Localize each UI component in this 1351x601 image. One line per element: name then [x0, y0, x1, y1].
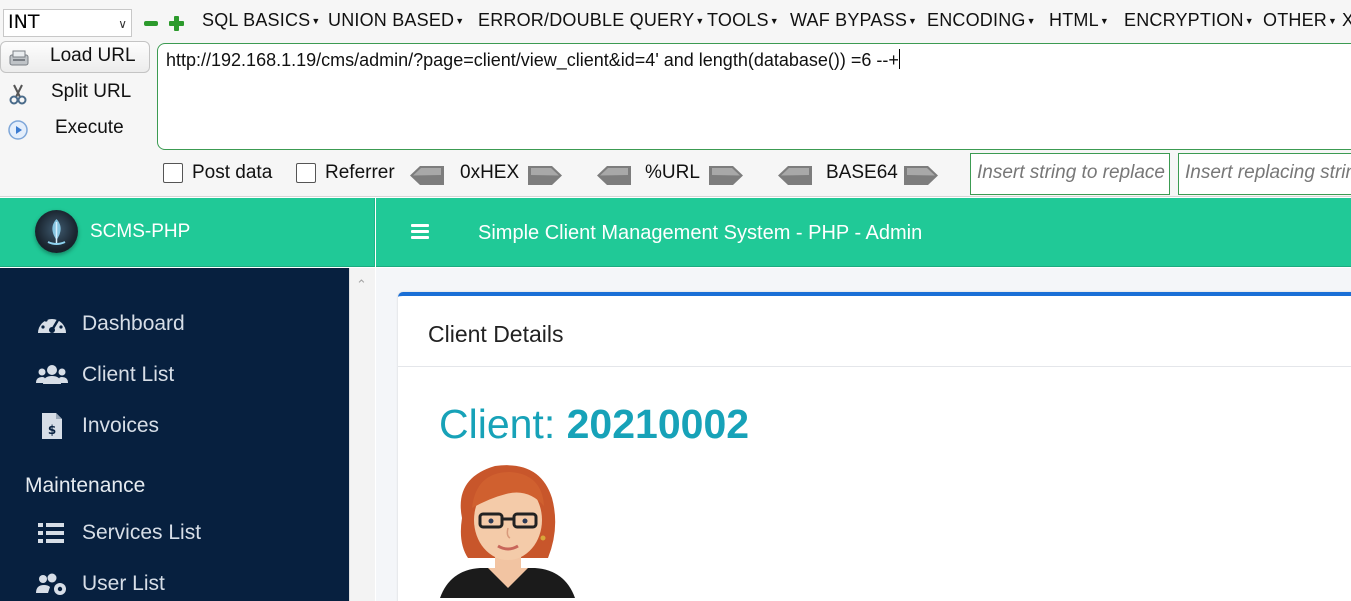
menu-encryption[interactable]: ENCRYPTION▼ [1124, 10, 1254, 31]
base64-encoder-group: BASE64 [778, 160, 943, 190]
url-text: http://192.168.1.19/cms/admin/?page=clie… [166, 50, 899, 70]
brand-logo [35, 210, 78, 253]
sidebar-item-client-list[interactable]: Client List [0, 353, 349, 397]
sidebar-item-services-list[interactable]: Services List [0, 511, 349, 555]
menu-waf-bypass[interactable]: WAF BYPASS▼ [790, 10, 917, 31]
menu-tools[interactable]: TOOLS▼ [707, 10, 779, 31]
hex-encode-arrow-icon[interactable] [528, 166, 562, 185]
sidebar-item-dashboard[interactable]: Dashboard [0, 302, 349, 346]
menu-encoding[interactable]: ENCODING▼ [927, 10, 1036, 31]
menu-overflow[interactable]: X [1342, 10, 1351, 31]
invoice-icon: $ [42, 413, 62, 439]
menu-error-double-query[interactable]: ERROR/DOUBLE QUERY▼ [478, 10, 704, 31]
post-data-option[interactable]: Post data [163, 160, 283, 190]
execute-button[interactable]: Execute [0, 114, 150, 146]
load-url-button[interactable]: Load URL [0, 41, 150, 73]
url-textarea[interactable]: http://192.168.1.19/cms/admin/?page=clie… [157, 43, 1351, 150]
injection-type-value: INT [8, 11, 40, 33]
url-encoder-group: %URL [597, 160, 747, 190]
url-encode-arrow-icon[interactable] [709, 166, 743, 185]
sidebar-item-user-list[interactable]: User List [0, 562, 349, 601]
hamburger-menu-icon[interactable] [411, 224, 429, 240]
top-navbar: Simple Client Management System - PHP - … [376, 198, 1351, 267]
hackbar-menubar: INT ∨ SQL BASICS▼ UNION BASED▼ ERROR/DOU… [0, 6, 1351, 38]
sidebar-scrollbar[interactable]: ⌃ [349, 268, 375, 601]
hackbar-toolbar: INT ∨ SQL BASICS▼ UNION BASED▼ ERROR/DOU… [0, 0, 1351, 197]
replace-string-input[interactable]: Insert string to replace [970, 153, 1170, 195]
tachometer-icon [38, 315, 66, 333]
card-divider [398, 366, 1351, 367]
menu-union-based[interactable]: UNION BASED▼ [328, 10, 464, 31]
scissors-icon [9, 84, 27, 105]
text-cursor [898, 49, 900, 69]
referrer-option[interactable]: Referrer [296, 160, 406, 190]
brand-link[interactable]: SCMS-PHP [0, 198, 375, 267]
menu-other[interactable]: OTHER▼ [1263, 10, 1337, 31]
base64-decode-arrow-icon[interactable] [778, 166, 812, 185]
client-details-card: Client Details Client: 20210002 [398, 292, 1351, 601]
post-data-checkbox[interactable] [163, 163, 183, 183]
injection-type-select[interactable]: INT ∨ [3, 9, 132, 37]
card-title: Client Details [428, 321, 564, 347]
client-label: Client: [439, 401, 556, 447]
users-cog-icon [36, 573, 66, 595]
hex-encoder-group: 0xHEX [410, 160, 565, 190]
menu-html[interactable]: HTML▼ [1049, 10, 1109, 31]
hex-decode-arrow-icon[interactable] [410, 166, 444, 185]
base64-encode-arrow-icon[interactable] [904, 166, 938, 185]
leaf-icon [47, 219, 66, 245]
chevron-down-icon: ∨ [118, 17, 127, 31]
client-code: 20210002 [566, 401, 750, 447]
decrement-icon[interactable] [144, 21, 158, 26]
client-heading: Client: 20210002 [439, 401, 749, 448]
menu-sql-basics[interactable]: SQL BASICS▼ [202, 10, 320, 31]
load-url-icon [9, 50, 29, 66]
brand-name: SCMS-PHP [90, 221, 191, 242]
replacing-string-input[interactable]: Insert replacing string [1178, 153, 1351, 195]
client-avatar [440, 458, 575, 598]
increment-icon[interactable] [169, 16, 184, 31]
sidebar-item-invoices[interactable]: $ Invoices [0, 404, 349, 448]
system-title: Simple Client Management System - PHP - … [478, 222, 923, 244]
referrer-checkbox[interactable] [296, 163, 316, 183]
svg-text:$: $ [48, 423, 56, 437]
sidebar-section-maintenance: Maintenance [25, 474, 146, 497]
users-icon [36, 365, 68, 384]
split-url-button[interactable]: Split URL [0, 78, 150, 110]
scroll-up-icon[interactable]: ⌃ [356, 278, 367, 293]
list-icon [38, 523, 64, 543]
play-icon [8, 120, 28, 140]
url-decode-arrow-icon[interactable] [597, 166, 631, 185]
